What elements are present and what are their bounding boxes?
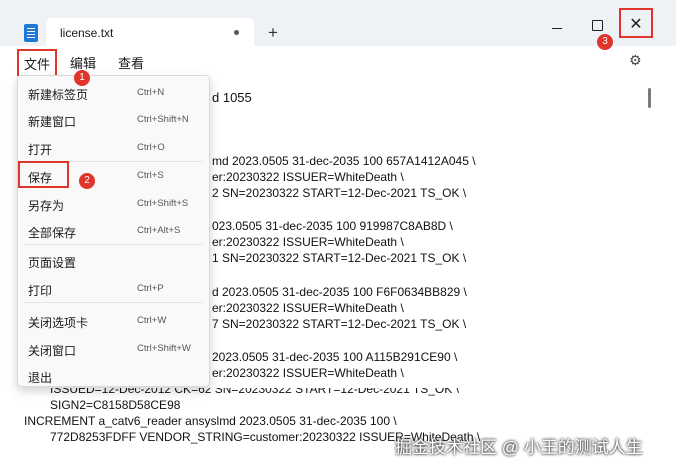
editor-line: d 1055 [212,90,252,105]
minimize-button[interactable] [546,14,570,38]
menu-item-shortcut: Ctrl+W [137,315,167,326]
settings-gear-icon[interactable]: ⚙ [629,52,642,69]
menu-item-label: 关闭选项卡 [28,316,89,330]
menu-bar: 文件 编辑 查看 ⚙ [0,46,676,78]
menu-item-shortcut: Ctrl+Alt+S [137,225,181,236]
menu-item-shortcut: Ctrl+S [137,170,164,181]
menu-divider [24,302,203,303]
menu-item-shortcut: Ctrl+P [137,283,164,294]
menu-item-label: 关闭窗口 [28,344,77,358]
tab-license-txt[interactable]: license.txt [46,18,254,46]
menu-save-as[interactable]: 另存为 Ctrl+Shift+S [18,190,209,218]
unsaved-dot-icon[interactable] [234,30,239,35]
editor-line: er:20230322 ISSUER=WhiteDeath \ [212,170,404,184]
editor-line: d 2023.0505 31-dec-2035 100 F6F0634BB829… [212,285,467,299]
editor-line: SIGN2=C8158D58CE98 [50,398,181,412]
watermark: 掘金技术社区 @ 小王的测试人生 [395,438,643,457]
menu-close-tab[interactable]: 关闭选项卡 Ctrl+W [18,307,209,335]
menu-item-label: 打开 [28,143,53,157]
menu-item-label: 新建标签页 [28,88,89,102]
step-badge-1: 1 [74,70,90,86]
menu-item-label: 页面设置 [28,256,77,270]
vertical-scrollbar[interactable] [648,88,651,108]
editor-line: md 2023.0505 31-dec-2035 100 657A1412A04… [212,154,476,168]
menu-new-tab[interactable]: 新建标签页 Ctrl+N [18,79,209,107]
menu-item-label: 打印 [28,284,53,298]
menu-item-label: 新建窗口 [28,115,77,129]
menu-new-window[interactable]: 新建窗口 Ctrl+Shift+N [18,106,209,134]
menu-divider [24,244,203,245]
editor-line: 2023.0505 31-dec-2035 100 A115B291CE90 \ [212,350,458,364]
menu-item-shortcut: Ctrl+Shift+N [137,114,189,125]
menu-item-label: 退出 [28,371,53,385]
menu-open[interactable]: 打开 Ctrl+O [18,134,209,162]
close-window-button[interactable]: ✕ [619,8,653,38]
step-badge-2: 2 [79,173,95,189]
editor-line: 1 SN=20230322 START=12-Dec-2021 TS_OK \ [212,251,467,265]
editor-line: INCREMENT a_catv6_reader ansyslmd 2023.0… [24,414,397,428]
step-badge-3: 3 [597,34,613,50]
editor-line: er:20230322 ISSUER=WhiteDeath \ [212,301,404,315]
menu-item-shortcut: Ctrl+Shift+W [137,343,191,354]
menu-page-setup[interactable]: 页面设置 [18,247,209,275]
menu-item-label: 另存为 [28,199,65,213]
menu-exit[interactable]: 退出 [18,362,209,390]
menu-close-window[interactable]: 关闭窗口 Ctrl+Shift+W [18,335,209,363]
menu-print[interactable]: 打印 Ctrl+P [18,275,209,303]
editor-line: er:20230322 ISSUER=WhiteDeath \ [212,366,404,380]
tab-title: license.txt [60,26,114,40]
title-bar: license.txt + ✕ [0,0,676,46]
editor-line: 2 SN=20230322 START=12-Dec-2021 TS_OK \ [212,186,467,200]
save-highlight-box [18,161,69,188]
editor-line: er:20230322 ISSUER=WhiteDeath \ [212,235,404,249]
editor-line: 7 SN=20230322 START=12-Dec-2021 TS_OK \ [212,317,467,331]
file-dropdown-menu: 新建标签页 Ctrl+N 新建窗口 Ctrl+Shift+N 打开 Ctrl+O… [17,75,210,387]
menu-item-shortcut: Ctrl+O [137,142,165,153]
notepad-app-icon [24,24,38,42]
editor-line: 023.0505 31-dec-2035 100 919987C8AB8D \ [212,219,453,233]
new-tab-button[interactable]: + [268,24,278,41]
menu-file[interactable]: 文件 [17,49,58,78]
menu-save-all[interactable]: 全部保存 Ctrl+Alt+S [18,217,209,245]
menu-item-shortcut: Ctrl+Shift+S [137,198,189,209]
menu-item-shortcut: Ctrl+N [137,87,165,98]
menu-item-label: 全部保存 [28,226,77,240]
menu-view[interactable]: 查看 [118,53,144,72]
